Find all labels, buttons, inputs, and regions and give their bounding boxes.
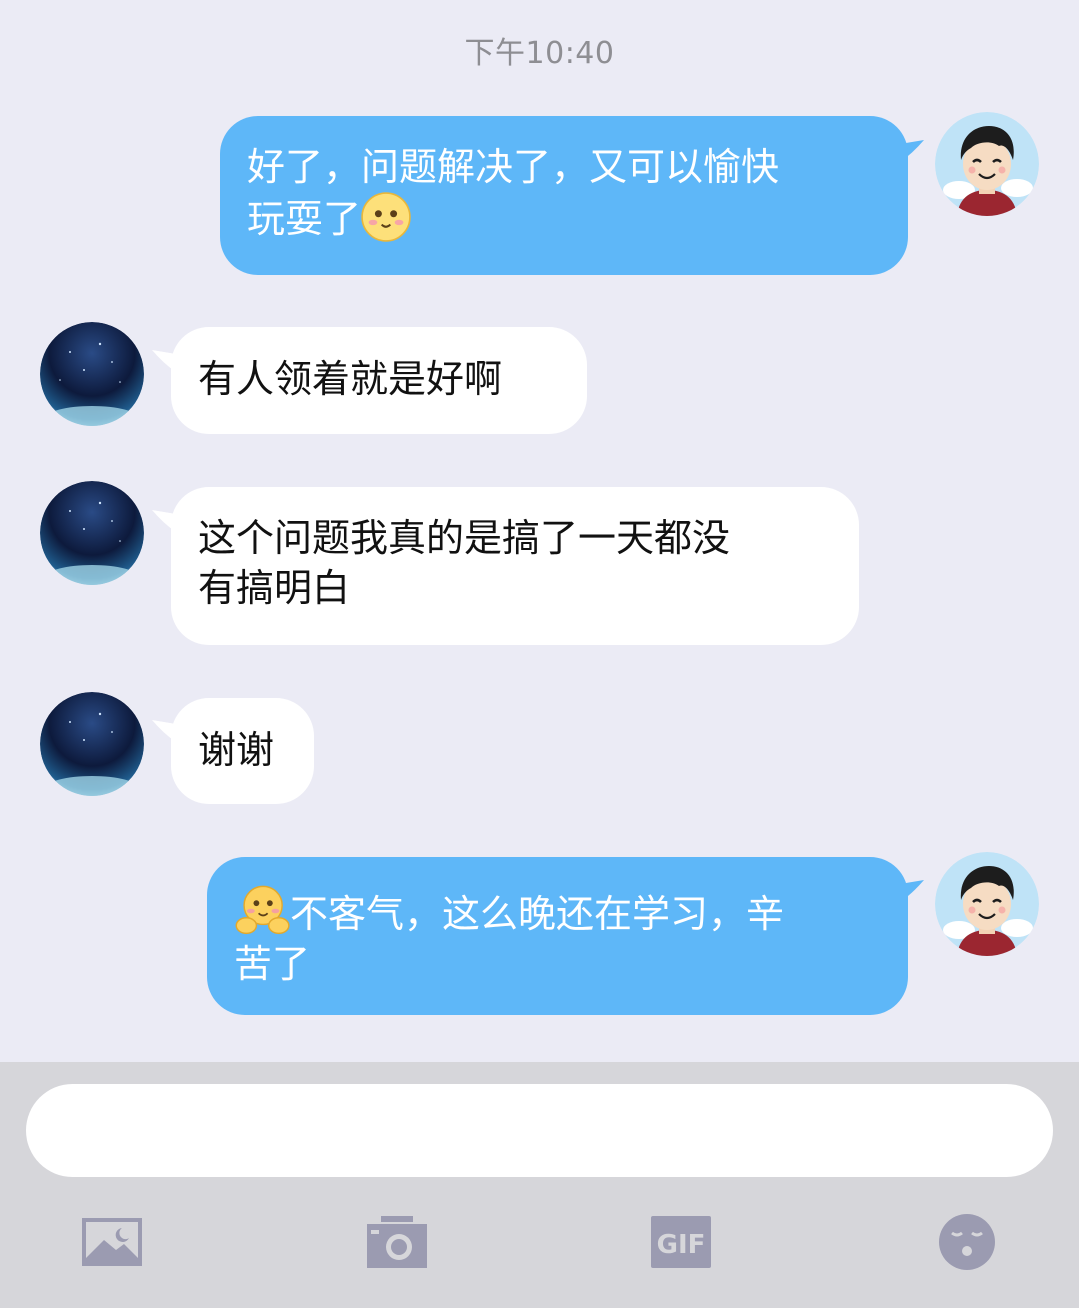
gif-button[interactable]: GIF: [651, 1212, 711, 1272]
message-bubble-outgoing[interactable]: 好了，问题解决了，又可以愉快 玩耍了: [220, 116, 908, 275]
message-text: 有搞明白: [198, 566, 351, 610]
message-text: 玩耍了: [247, 192, 882, 244]
my-avatar[interactable]: [935, 112, 1039, 216]
sticker-face-icon: [939, 1214, 995, 1270]
contact-avatar[interactable]: [40, 692, 144, 796]
message-text: 谢谢: [198, 728, 275, 772]
contact-avatar[interactable]: [40, 322, 144, 426]
message-text: 不客气，这么晚还在学习，辛: [234, 883, 882, 939]
message-text: 有人领着就是好啊: [198, 357, 503, 401]
message-text-line2: 玩耍了: [247, 197, 362, 241]
message-bubble-incoming[interactable]: 有人领着就是好啊: [171, 327, 587, 434]
message-bubble-incoming[interactable]: 这个问题我真的是搞了一天都没 有搞明白: [171, 487, 859, 645]
my-avatar[interactable]: [935, 852, 1039, 956]
message-text: 好了，问题解决了，又可以愉快: [247, 145, 780, 189]
chat-area[interactable]: 下午10:40 好了，问题解决了，又可以愉快 玩耍了 有人领着就是好啊 这个问题…: [0, 0, 1079, 1062]
message-bubble-incoming[interactable]: 谢谢: [171, 698, 314, 804]
gif-icon: GIF: [651, 1216, 711, 1268]
camera-icon: [367, 1216, 427, 1268]
composer-bar: GIF: [0, 1062, 1079, 1308]
message-text: 这个问题我真的是搞了一天都没: [198, 516, 731, 560]
camera-button[interactable]: [367, 1212, 427, 1272]
message-timestamp: 下午10:40: [464, 36, 615, 71]
message-text: 苦了: [234, 942, 311, 986]
sticker-button[interactable]: [937, 1212, 997, 1272]
message-input[interactable]: [26, 1084, 1053, 1177]
message-text-line1: 不客气，这么晚还在学习，辛: [290, 892, 785, 936]
image-button[interactable]: [82, 1212, 142, 1272]
message-bubble-outgoing[interactable]: 不客气，这么晚还在学习，辛 苦了: [207, 857, 908, 1015]
shy-face-emoji: [361, 192, 411, 242]
gif-label: GIF: [657, 1230, 706, 1260]
image-icon: [82, 1218, 142, 1266]
hug-emoji: [235, 885, 290, 935]
contact-avatar[interactable]: [40, 481, 144, 585]
